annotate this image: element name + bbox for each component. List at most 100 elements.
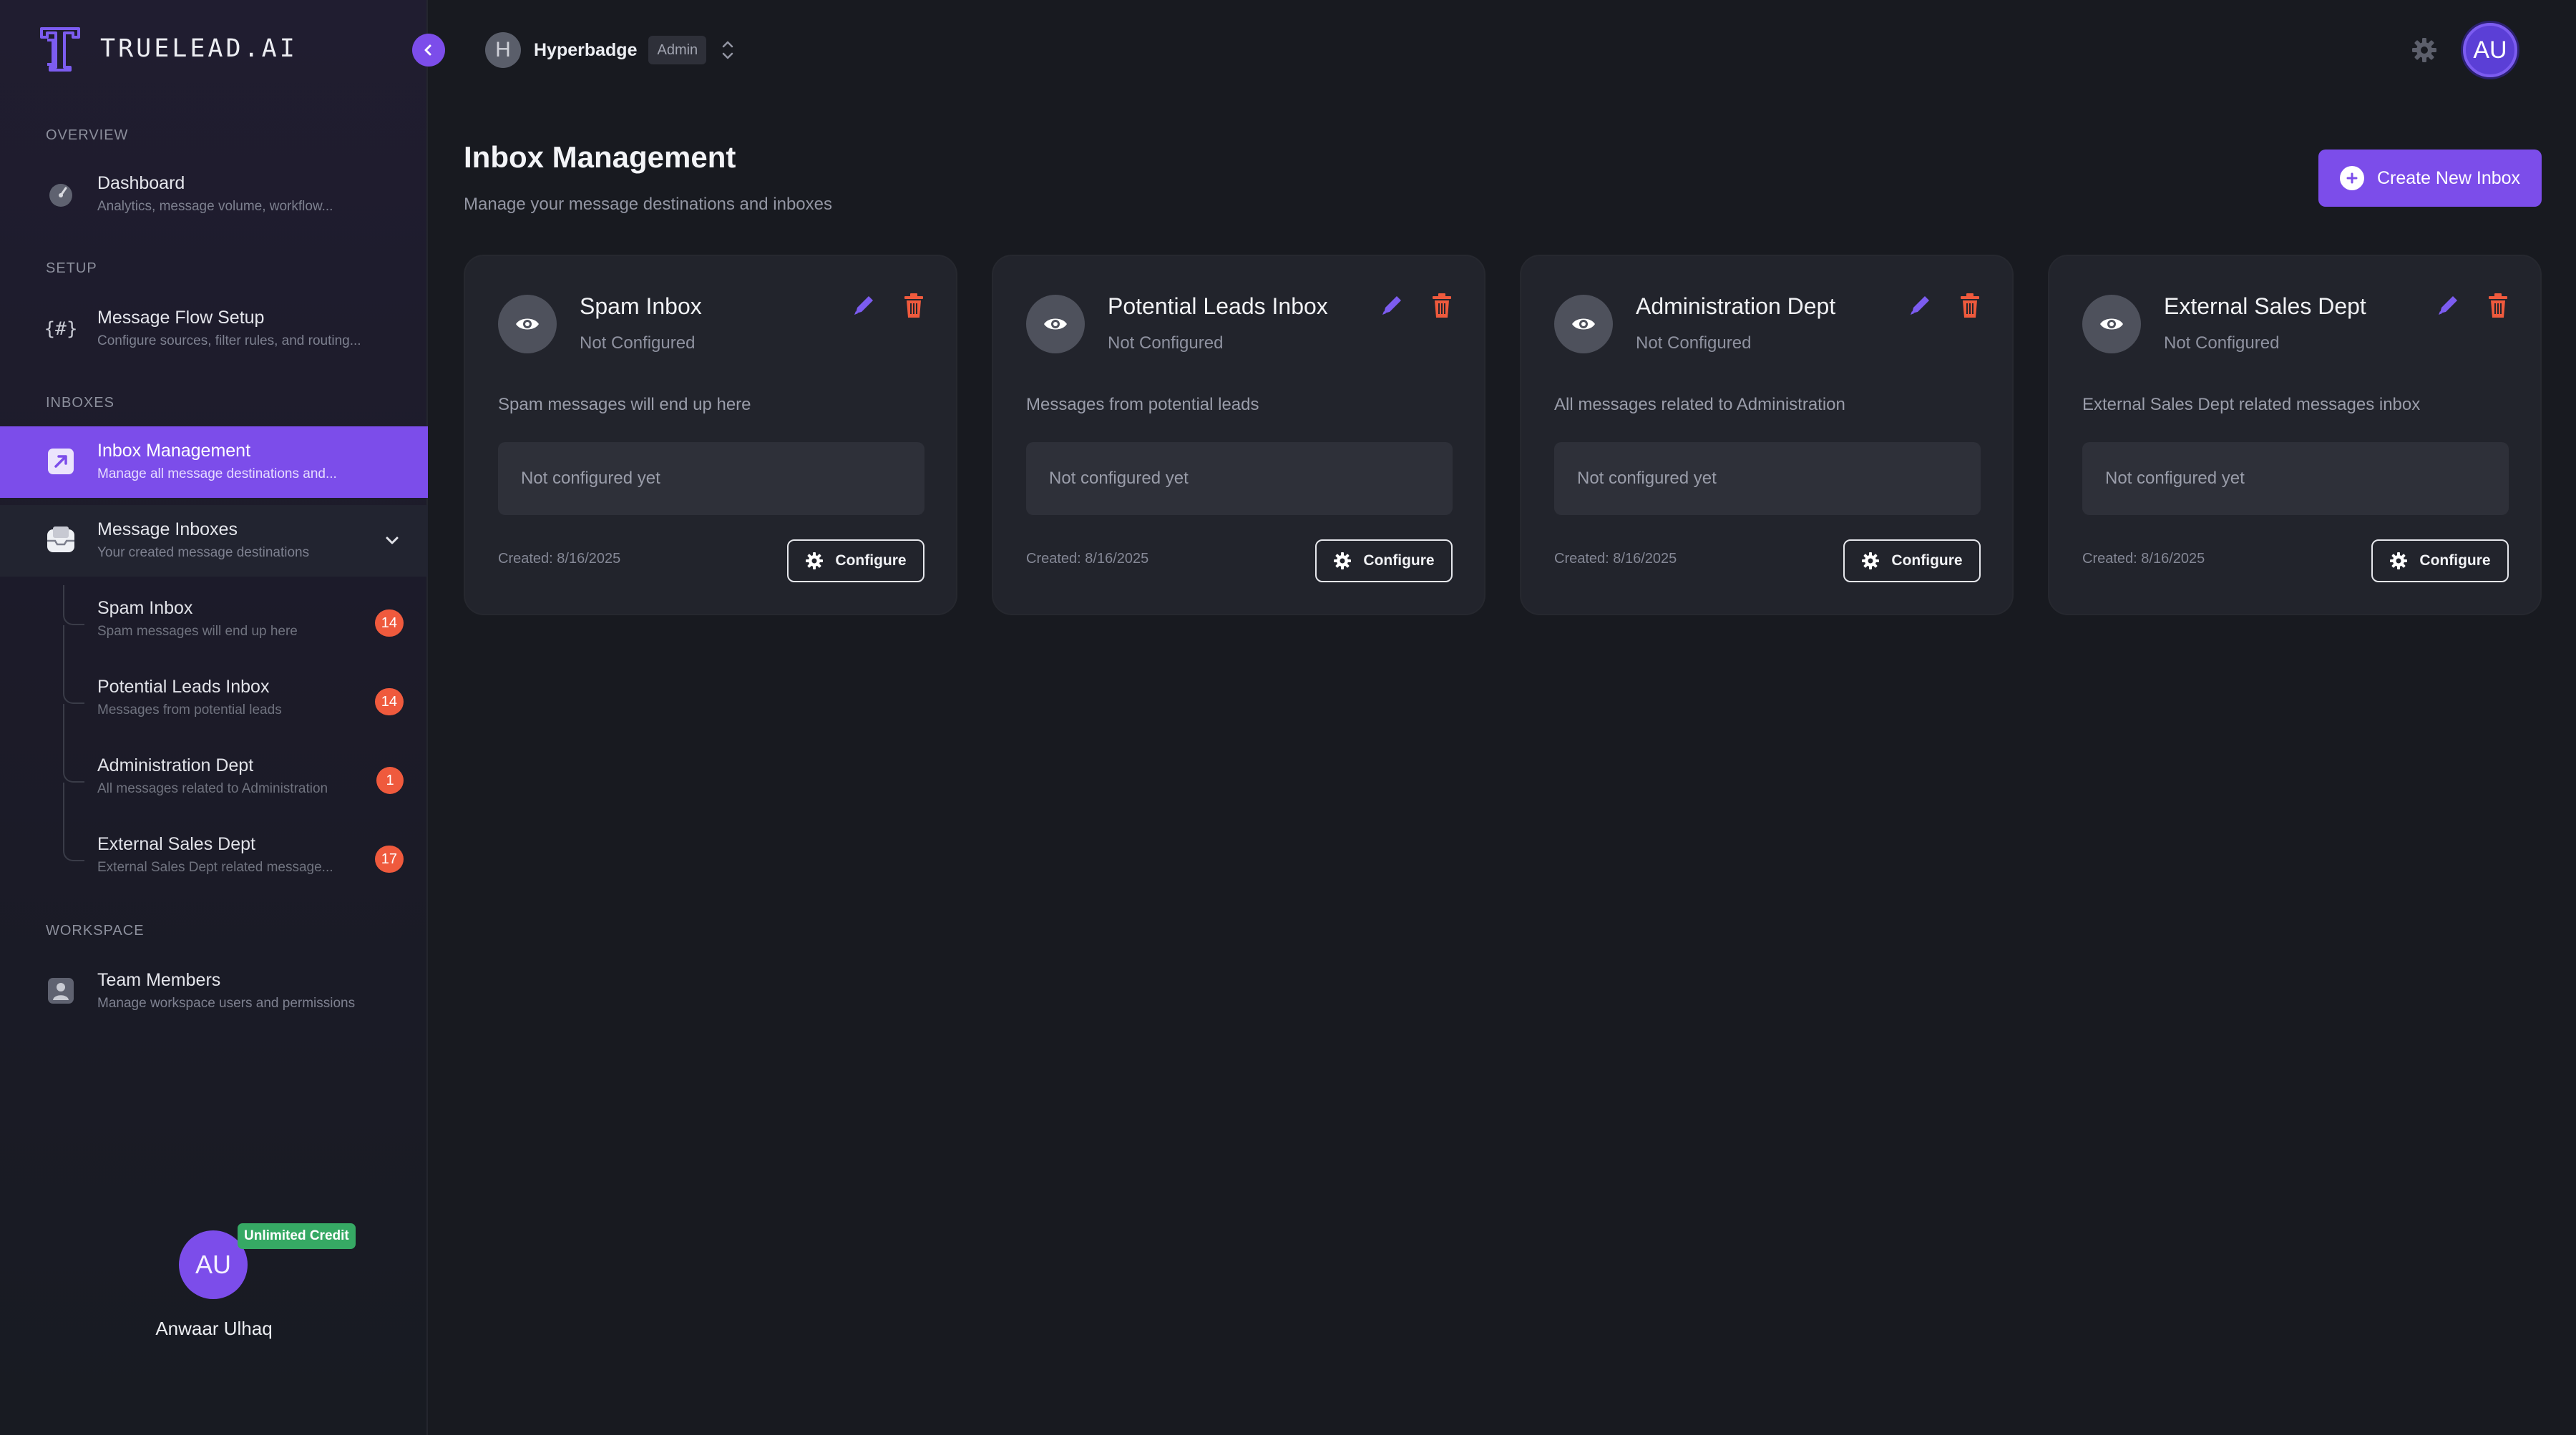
configure-label: Configure [1891,552,1963,569]
configure-label: Configure [835,552,907,569]
sidebar-item-message-flow-setup[interactable]: {#} Message Flow Setup Configure sources… [0,293,428,365]
configuration-summary: Not configured yet [498,442,924,515]
brand-name: TRUELEAD.AI [100,34,298,63]
settings-gear-icon[interactable] [2410,36,2439,64]
unread-count-badge: 17 [374,846,404,873]
eye-icon [2082,295,2141,353]
plus-circle-icon [2339,166,2364,190]
trash-icon[interactable] [1958,292,1982,319]
eye-icon [498,295,557,353]
created-date: Created: 8/16/2025 [2082,551,2205,567]
sidebar-inbox-external-sales[interactable]: External Sales Dept External Sales Dept … [0,783,428,900]
chevron-left-icon [424,44,431,56]
create-new-inbox-label: Create New Inbox [2376,167,2521,188]
trash-icon[interactable] [1430,292,1454,319]
tree-connector [63,783,84,861]
workspace-avatar: H [485,32,521,68]
inbox-card-title: External Sales Dept [2164,293,2366,319]
create-new-inbox-button[interactable]: Create New Inbox [2318,150,2542,207]
inbox-card-status: Not Configured [1108,333,1224,353]
inbox-card-description: Spam messages will end up here [498,395,751,414]
trash-icon[interactable] [902,292,926,319]
inbox-title: Administration Dept [97,755,254,775]
inbox-card: Spam Inbox Not Configured Spam messages … [464,255,957,615]
workspace-name: Hyperbadge [534,39,638,60]
inbox-card-title: Spam Inbox [580,293,702,319]
chevron-down-icon[interactable] [382,531,402,551]
edit-pencil-icon[interactable] [852,292,877,318]
sidebar-item-subtitle: Manage workspace users and permissions [97,996,356,1011]
sidebar-item-team-members[interactable]: Team Members Manage workspace users and … [0,956,428,1027]
brand[interactable]: TRUELEAD.AI [39,26,298,72]
edit-pencil-icon[interactable] [2436,292,2462,318]
unread-count-badge: 14 [374,609,404,637]
sidebar-item-title: Inbox Management [97,441,251,461]
configure-button[interactable]: Configure [1843,539,1981,582]
sidebar-item-inbox-management[interactable]: Inbox Management Manage all message dest… [0,426,428,498]
inbox-card: External Sales Dept Not Configured Exter… [2048,255,2542,615]
tree-connector [63,704,84,783]
configure-label: Configure [1363,552,1435,569]
inbox-card-status: Not Configured [1636,333,1752,353]
inbox-title: Potential Leads Inbox [97,677,270,697]
sidebar-item-title: Message Inboxes [97,519,238,539]
sidebar-item-subtitle: Your created message destinations [97,545,310,560]
chevron-up-down-icon [722,41,733,59]
inbox-card-status: Not Configured [2164,333,2280,353]
sidebar-item-message-inboxes[interactable]: Message Inboxes Your created message des… [0,505,428,577]
sidebar-item-subtitle: Analytics, message volume, workflow... [97,199,333,214]
inbox-title: Spam Inbox [97,598,193,618]
sidebar-item-subtitle: Manage all message destinations and... [97,466,337,481]
tree-connector [63,625,84,704]
sidebar-item-title: Team Members [97,970,221,990]
workspace-switcher[interactable]: H Hyperbadge Admin [485,31,736,69]
role-badge: Admin [648,36,707,64]
inbox-card-description: External Sales Dept related messages inb… [2082,395,2421,414]
gear-icon [2390,552,2408,569]
truelead-logo-icon [40,27,80,72]
unread-count-badge: 1 [376,767,404,794]
configure-label: Configure [2419,552,2491,569]
configure-button[interactable]: Configure [2371,539,2509,582]
trash-icon[interactable] [2486,292,2510,319]
page-subtitle: Manage your message destinations and inb… [464,195,832,214]
gear-icon [1334,552,1352,569]
gauge-icon [46,179,76,209]
edit-pencil-icon[interactable] [1908,292,1933,318]
tree-connector [63,585,84,625]
section-label-overview: OVERVIEW [46,127,129,143]
eye-icon [1554,295,1613,353]
gear-icon [806,552,824,569]
inbox-card-description: Messages from potential leads [1026,395,1259,414]
configuration-summary: Not configured yet [1026,442,1453,515]
inbox-subtitle: All messages related to Administration [97,781,328,796]
credit-badge: Unlimited Credit [238,1223,356,1249]
sidebar-item-title: Message Flow Setup [97,308,265,328]
configure-button[interactable]: Configure [1315,539,1453,582]
section-label-setup: SETUP [46,260,97,276]
sidebar-item-title: Dashboard [97,173,185,193]
configure-button[interactable]: Configure [787,539,924,582]
inbox-subtitle: Messages from potential leads [97,702,282,718]
inbox-card: Administration Dept Not Configured All m… [1520,255,2014,615]
created-date: Created: 8/16/2025 [498,551,621,567]
user-name: Anwaar Ulhaq [155,1318,273,1339]
section-label-inboxes: INBOXES [46,395,114,411]
unread-count-badge: 14 [374,688,404,715]
inbox-card-status: Not Configured [580,333,696,353]
configuration-summary: Not configured yet [1554,442,1981,515]
edit-pencil-icon[interactable] [1380,292,1405,318]
inbox-card-grid: Spam Inbox Not Configured Spam messages … [464,255,2542,615]
user-avatar-button[interactable]: AU [2463,23,2517,77]
gear-icon [1862,552,1880,569]
sidebar-item-dashboard[interactable]: Dashboard Analytics, message volume, wor… [0,159,428,230]
inbox-card-description: All messages related to Administration [1554,395,1845,414]
page-title: Inbox Management [464,140,736,174]
sidebar: TRUELEAD.AI OVERVIEW Dashboard Analytics… [0,0,428,1435]
user-profile[interactable]: AU Unlimited Credit Anwaar Ulhaq [0,1216,428,1345]
user-icon [46,976,76,1006]
inbox-tray-icon [46,525,76,555]
eye-icon [1026,295,1085,353]
collapse-sidebar-button[interactable] [412,34,445,67]
sidebar-item-subtitle: Configure sources, filter rules, and rou… [97,333,361,348]
